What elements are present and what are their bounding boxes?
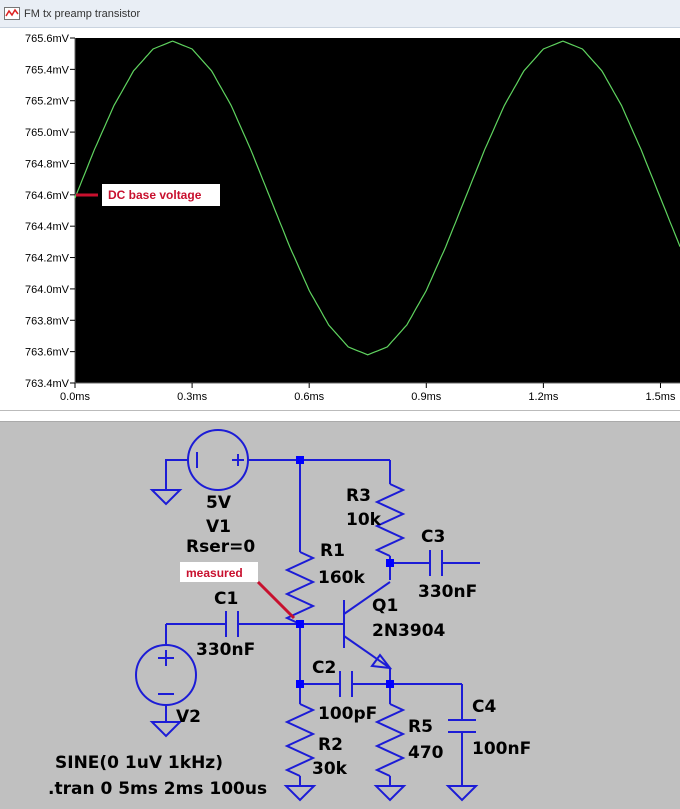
- x-tick-label: 0.0ms: [60, 391, 90, 403]
- y-tick-label: 764.4mV: [25, 221, 70, 233]
- measured-callout-text: measured: [186, 566, 243, 580]
- measured-callout-pointer: [256, 580, 296, 620]
- y-tick-label: 764.8mV: [25, 158, 70, 170]
- q1-name-label: Q1: [372, 596, 398, 616]
- y-axis-ticks: 765.6mV 765.4mV 765.2mV 765.0mV 764.8mV 764.6…: [25, 33, 75, 390]
- y-tick-label: 764.6mV: [25, 190, 70, 202]
- r3-value-label: 10k: [346, 510, 382, 530]
- y-tick-label: 765.2mV: [25, 96, 70, 108]
- waveform-plot-pane[interactable]: 765.6mV 765.4mV 765.2mV 765.0mV 764.8mV 764.6…: [0, 28, 680, 410]
- v1-rser-label: Rser=0: [186, 537, 255, 557]
- r2-name-label: R2: [318, 735, 343, 755]
- r5-value-label: 470: [408, 743, 444, 763]
- waveform-plot[interactable]: 765.6mV 765.4mV 765.2mV 765.0mV 764.8mV 764.6…: [0, 28, 680, 410]
- x-tick-label: 0.9ms: [411, 391, 441, 403]
- callout-text: DC base voltage: [108, 188, 202, 202]
- x-tick-label: 1.2ms: [528, 391, 558, 403]
- v1-value-label: 5V: [206, 493, 232, 513]
- y-tick-label: 764.0mV: [25, 284, 70, 296]
- c2-value-label: 100pF: [318, 704, 377, 724]
- schematic[interactable]: 5V V1 Rser=0 R3 10k C3 330nF R1 160k C1 …: [0, 422, 680, 809]
- y-tick-label: 764.2mV: [25, 253, 70, 265]
- schematic-pane[interactable]: 5V V1 Rser=0 R3 10k C3 330nF R1 160k C1 …: [0, 422, 680, 809]
- c2-name-label: C2: [312, 658, 336, 678]
- r1-value-label: 160k: [318, 568, 365, 588]
- plot-window-titlebar[interactable]: FM tx preamp transistor: [0, 0, 680, 28]
- y-tick-label: 765.0mV: [25, 127, 70, 139]
- ltspice-window: FM tx preamp transistor 765.6mV 765.4mV 76…: [0, 0, 680, 809]
- x-tick-label: 1.5ms: [645, 391, 675, 403]
- r2-resistor-symbol[interactable]: [284, 703, 316, 777]
- r2-value-label: 30k: [312, 759, 348, 779]
- r5-resistor-symbol[interactable]: [374, 703, 406, 777]
- c1-value-label: 330nF: [196, 640, 255, 660]
- c1-name-label: C1: [214, 589, 238, 609]
- waveform-icon: [4, 7, 20, 20]
- c4-value-label: 100nF: [472, 739, 531, 759]
- q1-model-label: 2N3904: [372, 621, 446, 641]
- pane-divider[interactable]: [0, 410, 680, 422]
- v2-name-label: V2: [176, 707, 201, 727]
- tran-directive-label: .tran 0 5ms 2ms 100us: [48, 779, 267, 799]
- sine-spec-label: SINE(0 1uV 1kHz): [55, 753, 223, 773]
- r1-name-label: R1: [320, 541, 345, 561]
- c3-name-label: C3: [421, 527, 445, 547]
- y-tick-label: 765.4mV: [25, 64, 70, 76]
- c4-name-label: C4: [472, 697, 496, 717]
- y-tick-label: 763.8mV: [25, 315, 70, 327]
- y-tick-label: 763.6mV: [25, 347, 70, 359]
- r3-name-label: R3: [346, 486, 371, 506]
- r5-name-label: R5: [408, 717, 433, 737]
- c3-value-label: 330nF: [418, 582, 477, 602]
- x-tick-label: 0.3ms: [177, 391, 207, 403]
- plot-window-title: FM tx preamp transistor: [24, 8, 141, 20]
- v1-name-label: V1: [206, 517, 231, 537]
- x-tick-label: 0.6ms: [294, 391, 324, 403]
- y-tick-label: 765.6mV: [25, 33, 70, 45]
- plot-area[interactable]: [75, 38, 680, 383]
- x-axis-ticks: 0.0ms 0.3ms 0.6ms 0.9ms 1.2ms 1.5ms: [60, 383, 676, 403]
- y-tick-label: 763.4mV: [25, 378, 70, 390]
